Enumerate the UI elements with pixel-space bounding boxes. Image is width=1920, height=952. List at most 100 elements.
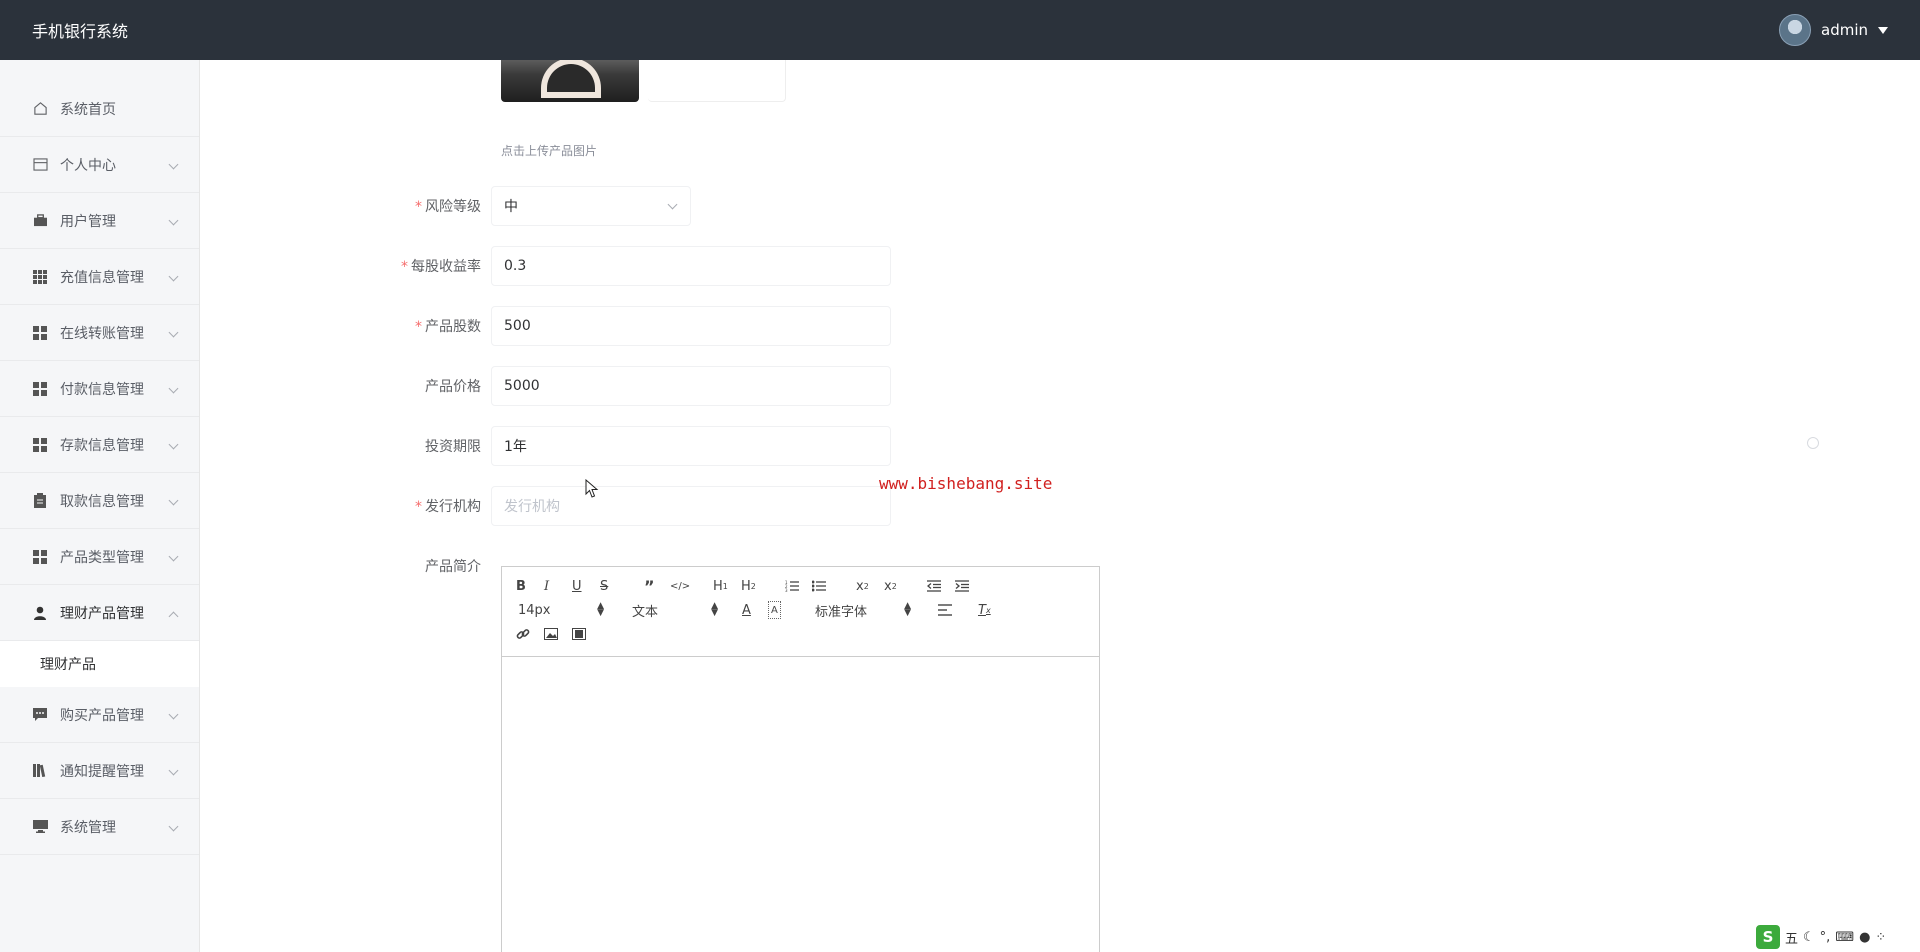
outdent-icon[interactable] (927, 577, 941, 595)
background-color-icon[interactable]: A (768, 601, 781, 619)
sidebar-item-withdraw[interactable]: 取款信息管理 (0, 473, 199, 529)
issuer-placeholder: 发行机构 (504, 499, 560, 515)
superscript-icon[interactable]: x2 (884, 577, 897, 595)
sidebar-item-personal[interactable]: 个人中心 (0, 137, 199, 193)
intro-label: 产品简介 (425, 559, 481, 575)
chevron-up-icon (168, 611, 179, 622)
text-type-select[interactable]: 文本 ▲ ▼ (632, 601, 718, 620)
issuer-label: * 发行机构 (415, 499, 481, 515)
sidebar-item-label: 通知提醒管理 (60, 763, 144, 780)
sidebar-item-payment[interactable]: 付款信息管理 (0, 361, 199, 417)
main-content: 点击上传产品图片 * 风险等级 中 * 每股收益率 0.3 * 产品股数 500 产品… (200, 60, 1920, 952)
shares-input[interactable]: 500 (491, 306, 891, 346)
issuer-input[interactable]: 发行机构 (491, 486, 891, 526)
sidebar-item-label: 理财产品管理 (60, 605, 144, 622)
sidebar-item-recharge[interactable]: 充值信息管理 (0, 249, 199, 305)
bullet-list-icon[interactable] (812, 577, 826, 595)
ordered-list-icon[interactable]: 123 (785, 577, 799, 595)
font-family-value: 标准字体 (815, 604, 868, 620)
moon-icon[interactable]: ☾ (1803, 930, 1815, 945)
indent-icon[interactable] (955, 577, 969, 595)
chevron-down-icon (168, 439, 179, 450)
chevron-down-icon (667, 199, 678, 210)
sidebar-item-transfer[interactable]: 在线转账管理 (0, 305, 199, 361)
chevron-down-icon (168, 327, 179, 338)
italic-icon[interactable]: I (544, 577, 549, 595)
price-label: 产品价格 (425, 379, 481, 395)
updown-icon: ▲ ▼ (597, 601, 604, 618)
font-family-select[interactable]: 标准字体 ▲ ▼ (815, 601, 911, 620)
home-icon (32, 101, 48, 117)
clear-circle-icon[interactable] (1807, 437, 1819, 449)
keyboard-icon[interactable]: ⌨ (1835, 930, 1854, 945)
risk-value: 中 (504, 199, 518, 215)
ime-mode[interactable]: 五 (1785, 928, 1798, 947)
sidebar-item-label: 购买产品管理 (60, 707, 144, 724)
link-icon[interactable] (516, 625, 530, 643)
caret-down-icon[interactable] (1878, 26, 1888, 34)
watermark-text: www.bishebang.site (879, 474, 1053, 493)
code-block-icon[interactable]: </> (670, 577, 690, 595)
apps-icon[interactable]: ⁘ (1875, 930, 1886, 945)
username[interactable]: admin (1821, 21, 1868, 39)
editor-content-area[interactable] (502, 657, 1099, 952)
sidebar-item-deposit[interactable]: 存款信息管理 (0, 417, 199, 473)
underline-icon[interactable]: U (572, 577, 582, 595)
sidebar-item-users[interactable]: 用户管理 (0, 193, 199, 249)
app-title: 手机银行系统 (32, 22, 129, 41)
card-icon (32, 157, 48, 173)
sidebar-item-financial-products[interactable]: 理财产品管理 (0, 585, 199, 641)
term-label: 投资期限 (425, 439, 481, 455)
term-input[interactable]: 1年 (491, 426, 891, 466)
clear-format-icon[interactable]: Tx (978, 601, 991, 619)
sidebar-subitem-financial-product[interactable]: 理财产品 (0, 641, 199, 687)
user-menu[interactable]: admin (1779, 14, 1888, 46)
sidebar-item-home[interactable]: 系统首页 (0, 81, 199, 137)
font-color-icon[interactable]: A (742, 601, 751, 619)
punctuation-icon[interactable]: °, (1820, 930, 1831, 945)
blockquote-icon[interactable]: ” (644, 577, 655, 596)
subscript-icon[interactable]: x2 (856, 577, 869, 595)
sidebar-item-product-type[interactable]: 产品类型管理 (0, 529, 199, 585)
sidebar: 系统首页 个人中心 用户管理 充值信息管理 在线转账管理 付款信息管理 存款信息… (0, 60, 200, 952)
sidebar-item-notifications[interactable]: 通知提醒管理 (0, 743, 199, 799)
sidebar-item-label: 系统管理 (60, 819, 116, 836)
ime-toolbar: S 五 ☾ °, ⌨ ● ⁘ (1752, 922, 1920, 952)
form-row-term: 投资期限 1年 (200, 426, 891, 466)
form-row-issuer: * 发行机构 发行机构 (200, 486, 891, 526)
risk-select[interactable]: 中 (491, 186, 691, 226)
heading-2-icon[interactable]: H2 (741, 577, 756, 595)
apps-icon (32, 437, 48, 453)
align-left-icon[interactable] (938, 601, 952, 619)
risk-label: * 风险等级 (415, 199, 481, 215)
chat-icon (32, 707, 48, 723)
font-size-select[interactable]: 14px ▲ ▼ (518, 601, 604, 619)
heading-1-icon[interactable]: H1 (713, 577, 728, 595)
form-row-yield: * 每股收益率 0.3 (200, 246, 891, 286)
form-row-price: 产品价格 5000 (200, 366, 891, 406)
strikethrough-icon[interactable]: S (600, 577, 608, 595)
price-input[interactable]: 5000 (491, 366, 891, 406)
sidebar-item-system[interactable]: 系统管理 (0, 799, 199, 855)
user-icon (32, 605, 48, 621)
svg-text:3: 3 (785, 588, 788, 592)
sidebar-item-label: 用户管理 (60, 213, 116, 230)
sidebar-item-label: 存款信息管理 (60, 437, 144, 454)
image-upload-box[interactable] (648, 60, 786, 102)
sidebar-item-purchase[interactable]: 购买产品管理 (0, 687, 199, 743)
yield-input[interactable]: 0.3 (491, 246, 891, 286)
avatar[interactable] (1779, 14, 1811, 46)
form-row-shares: * 产品股数 500 (200, 306, 891, 346)
video-icon[interactable] (572, 625, 586, 643)
bold-icon[interactable]: B (516, 577, 526, 595)
sidebar-item-label: 个人中心 (60, 157, 116, 174)
apps-icon (32, 549, 48, 565)
product-image-thumbnail[interactable] (501, 60, 639, 102)
updown-icon: ▲ ▼ (711, 601, 718, 618)
sidebar-item-label: 付款信息管理 (60, 381, 144, 398)
font-size-value: 14px (518, 602, 551, 618)
user-icon[interactable]: ● (1859, 930, 1870, 945)
image-icon[interactable] (544, 625, 558, 643)
rich-text-editor: B I U S ” </> H1 H2 123 x2 x2 14px ▲ ▼ 文… (501, 566, 1100, 952)
sogou-logo-icon[interactable]: S (1756, 925, 1780, 949)
